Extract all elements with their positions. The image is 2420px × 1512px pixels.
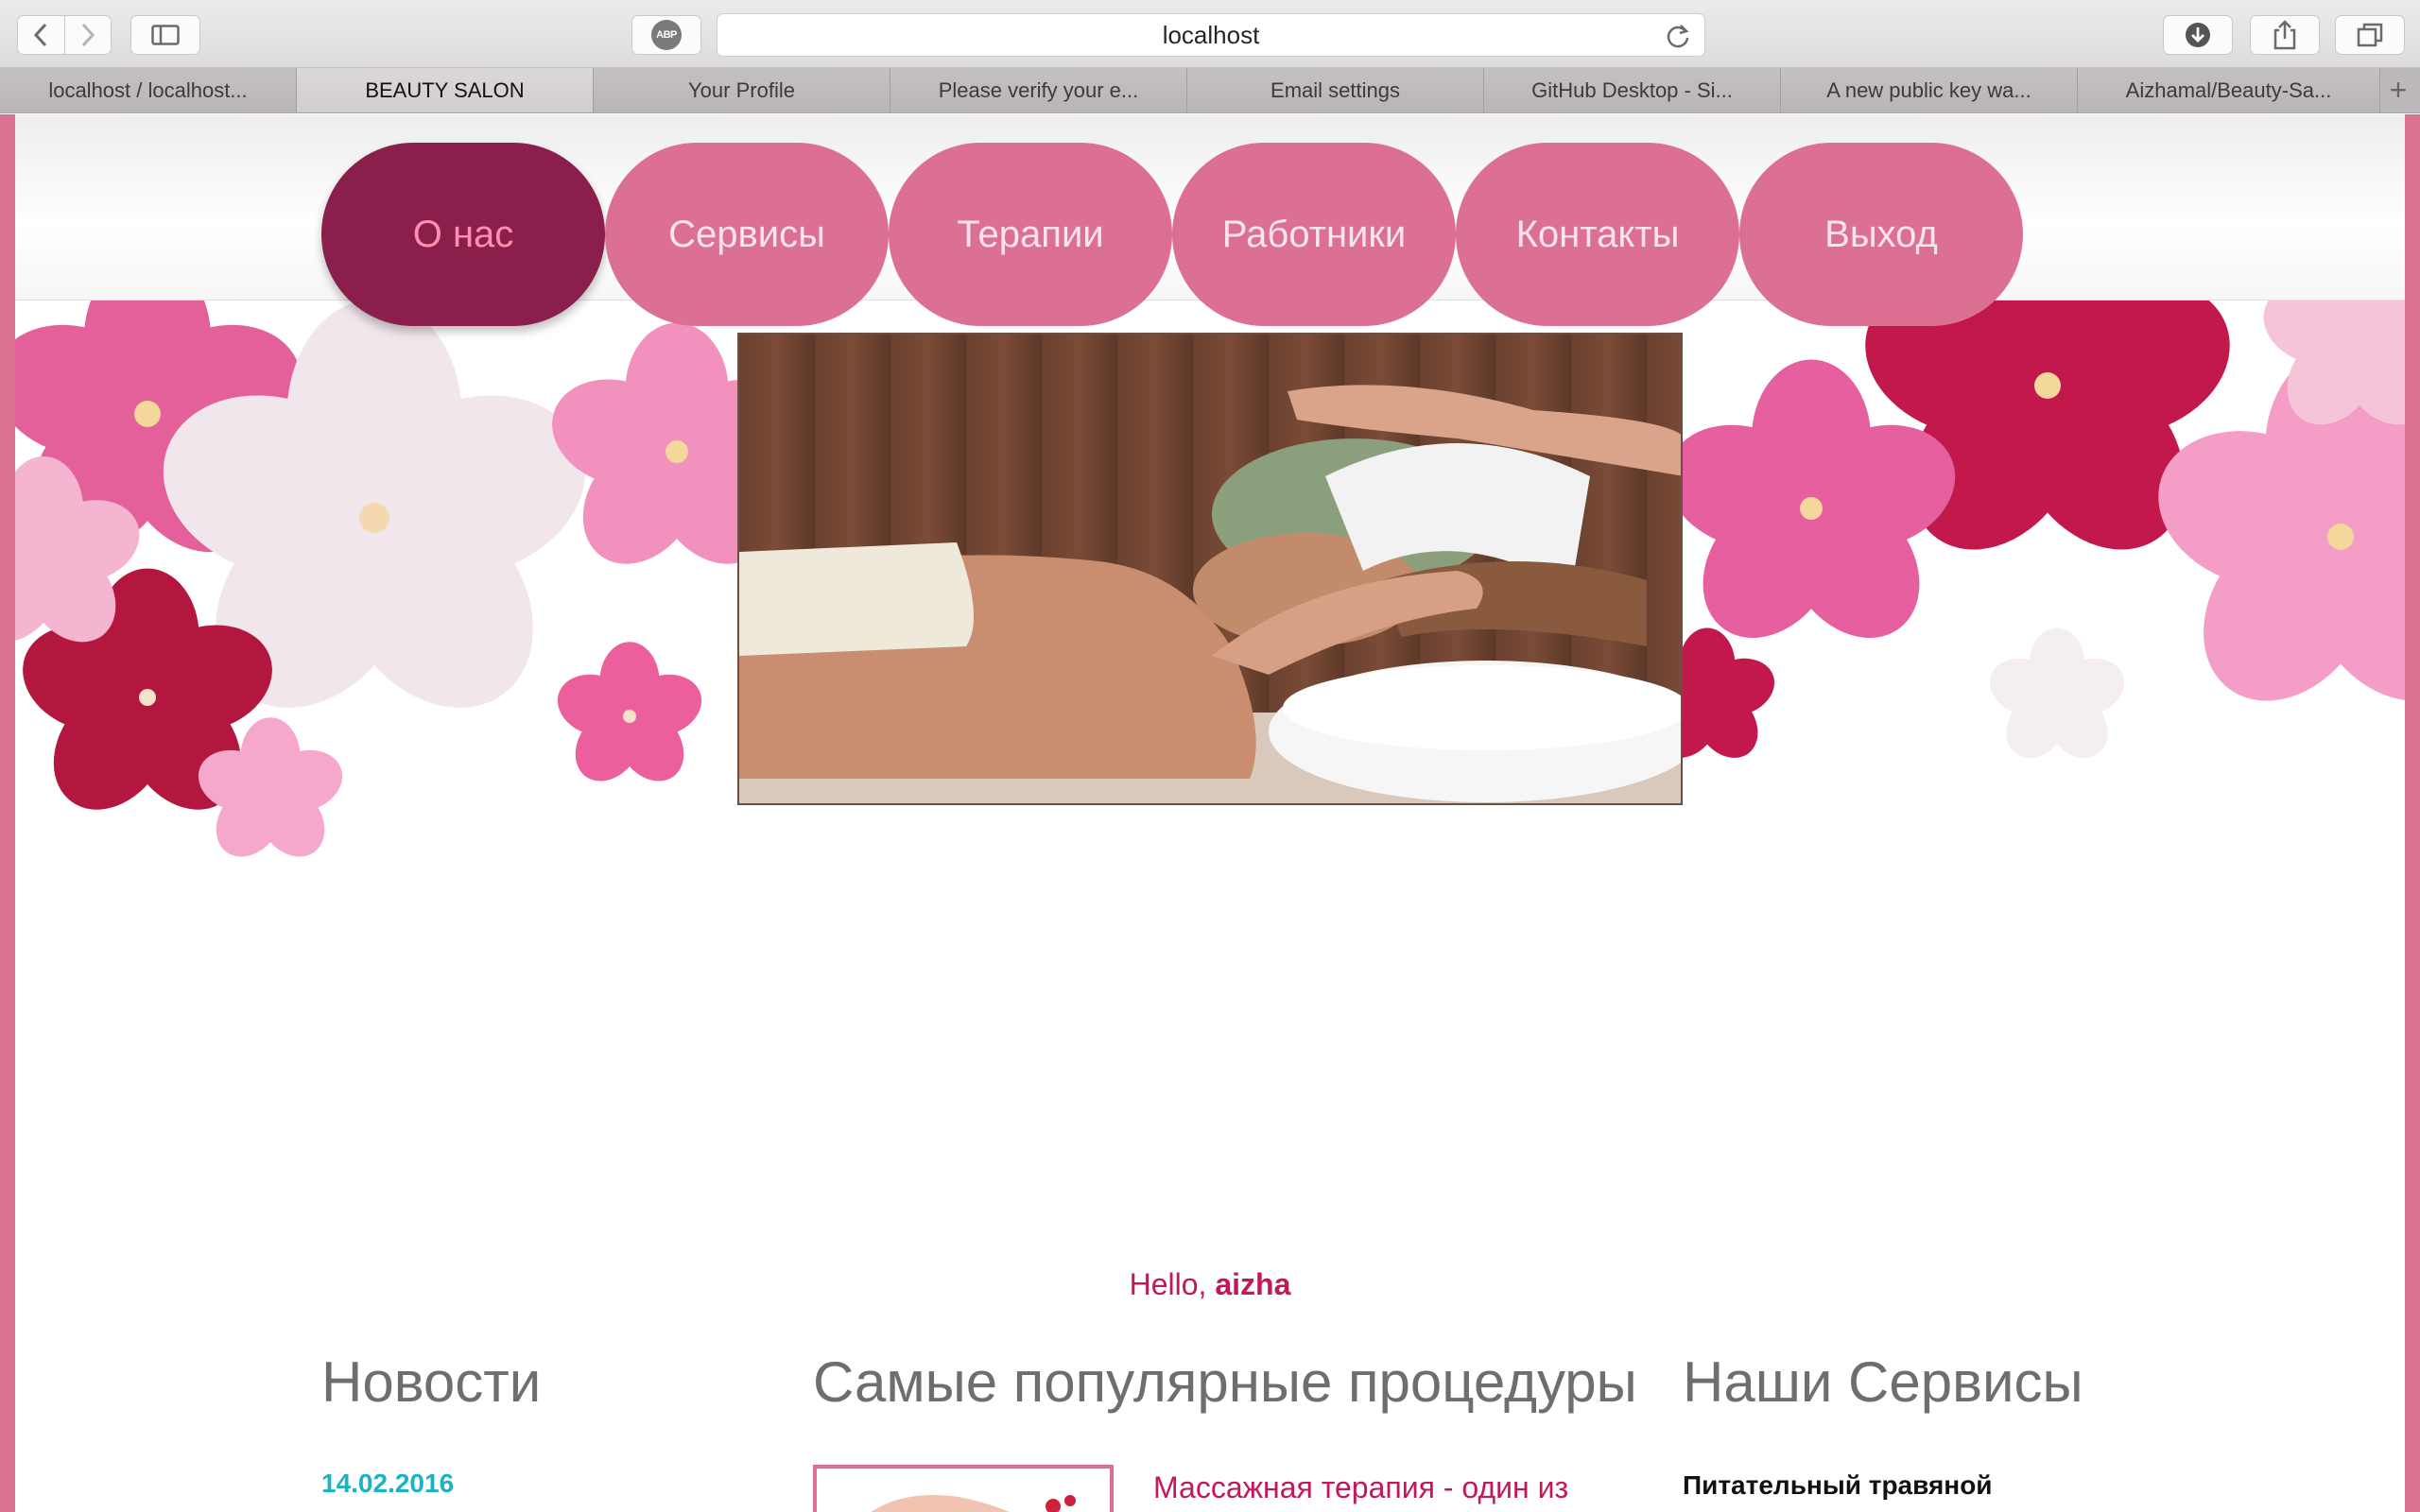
main-nav: О нас Сервисы Терапии Работники Контакты… bbox=[321, 143, 2023, 326]
hero-banner bbox=[15, 301, 2405, 868]
tab-label: Your Profile bbox=[688, 77, 795, 102]
nav-label: Работники bbox=[1221, 213, 1407, 255]
tab-phpmyadmin[interactable]: localhost / localhost... bbox=[0, 68, 297, 112]
new-tab-button[interactable]: + bbox=[2380, 68, 2416, 112]
nav-therapies[interactable]: Терапии bbox=[889, 143, 1172, 326]
procedure-thumbnail[interactable] bbox=[813, 1465, 1114, 1512]
tab-verify-email[interactable]: Please verify your e... bbox=[890, 68, 1187, 112]
tab-email-settings[interactable]: Email settings bbox=[1187, 68, 1484, 112]
url-text: localhost bbox=[1162, 20, 1260, 49]
tab-label: Please verify your e... bbox=[938, 77, 1139, 102]
services-title: Наши Сервисы bbox=[1683, 1350, 2083, 1414]
sidebar-toggle-button[interactable] bbox=[130, 15, 200, 55]
tabs-icon bbox=[2357, 23, 2383, 47]
greeting-prefix: Hello, bbox=[1129, 1267, 1216, 1301]
adblock-icon: ABP bbox=[651, 20, 682, 50]
share-button[interactable] bbox=[2250, 15, 2320, 55]
procedure-image bbox=[817, 1469, 1110, 1512]
share-icon bbox=[2273, 20, 2296, 50]
nav-label: Выход bbox=[1824, 213, 1938, 255]
nav-services[interactable]: Сервисы bbox=[605, 143, 889, 326]
spa-photo-illustration bbox=[739, 385, 1681, 803]
service-item[interactable]: Питательный травяной bbox=[1683, 1470, 1993, 1501]
downloads-button[interactable] bbox=[2163, 15, 2233, 55]
back-button[interactable] bbox=[17, 15, 112, 55]
nav-label: О нас bbox=[412, 213, 514, 255]
procedure-link[interactable]: Массажная терапия - один из bbox=[1153, 1470, 1568, 1505]
nav-label: Контакты bbox=[1515, 213, 1680, 255]
nav-label: Терапии bbox=[957, 213, 1104, 255]
spa-photo bbox=[737, 333, 1683, 805]
download-icon bbox=[2186, 23, 2210, 47]
popular-title: Самые популярные процедуры bbox=[813, 1350, 1637, 1414]
tab-label: BEAUTY SALON bbox=[365, 77, 525, 102]
tab-label: Email settings bbox=[1270, 77, 1400, 102]
nav-about[interactable]: О нас bbox=[321, 143, 605, 326]
tab-bar: localhost / localhost... BEAUTY SALON Yo… bbox=[0, 68, 2420, 113]
chevron-left-icon[interactable] bbox=[18, 16, 65, 54]
browser-toolbar: ABP localhost bbox=[0, 0, 2420, 68]
tab-github-desktop[interactable]: GitHub Desktop - Si... bbox=[1484, 68, 1781, 112]
plus-icon: + bbox=[2389, 73, 2408, 107]
sidebar-icon bbox=[151, 25, 180, 45]
tab-label: Aizhamal/Beauty-Sa... bbox=[2125, 77, 2332, 102]
page-border-left bbox=[0, 114, 15, 1512]
news-date: 14.02.2016 bbox=[321, 1469, 455, 1498]
news-title: Новости bbox=[321, 1350, 542, 1414]
tab-label: GitHub Desktop - Si... bbox=[1531, 77, 1733, 102]
tab-github-repo[interactable]: Aizhamal/Beauty-Sa... bbox=[2078, 68, 2380, 112]
chevron-right-icon[interactable] bbox=[65, 16, 112, 54]
tab-label: A new public key wa... bbox=[1826, 77, 2031, 102]
page-border-right bbox=[2405, 114, 2420, 1512]
web-page: О нас Сервисы Терапии Работники Контакты… bbox=[0, 114, 2420, 1512]
nav-contacts[interactable]: Контакты bbox=[1456, 143, 1739, 326]
nav-staff[interactable]: Работники bbox=[1172, 143, 1456, 326]
greeting: Hello, aizha bbox=[0, 1267, 2420, 1302]
tab-beauty-salon[interactable]: BEAUTY SALON bbox=[297, 68, 594, 112]
greeting-username: aizha bbox=[1215, 1267, 1291, 1301]
adblock-button[interactable]: ABP bbox=[631, 15, 701, 55]
tab-your-profile[interactable]: Your Profile bbox=[594, 68, 890, 112]
nav-logout[interactable]: Выход bbox=[1739, 143, 2023, 326]
tabs-overview-button[interactable] bbox=[2335, 15, 2405, 55]
reload-icon[interactable] bbox=[1665, 23, 1691, 56]
nav-label: Сервисы bbox=[668, 213, 825, 255]
tab-label: localhost / localhost... bbox=[48, 77, 248, 102]
tab-public-key[interactable]: A new public key wa... bbox=[1781, 68, 2078, 112]
address-bar[interactable]: localhost bbox=[717, 13, 1705, 57]
